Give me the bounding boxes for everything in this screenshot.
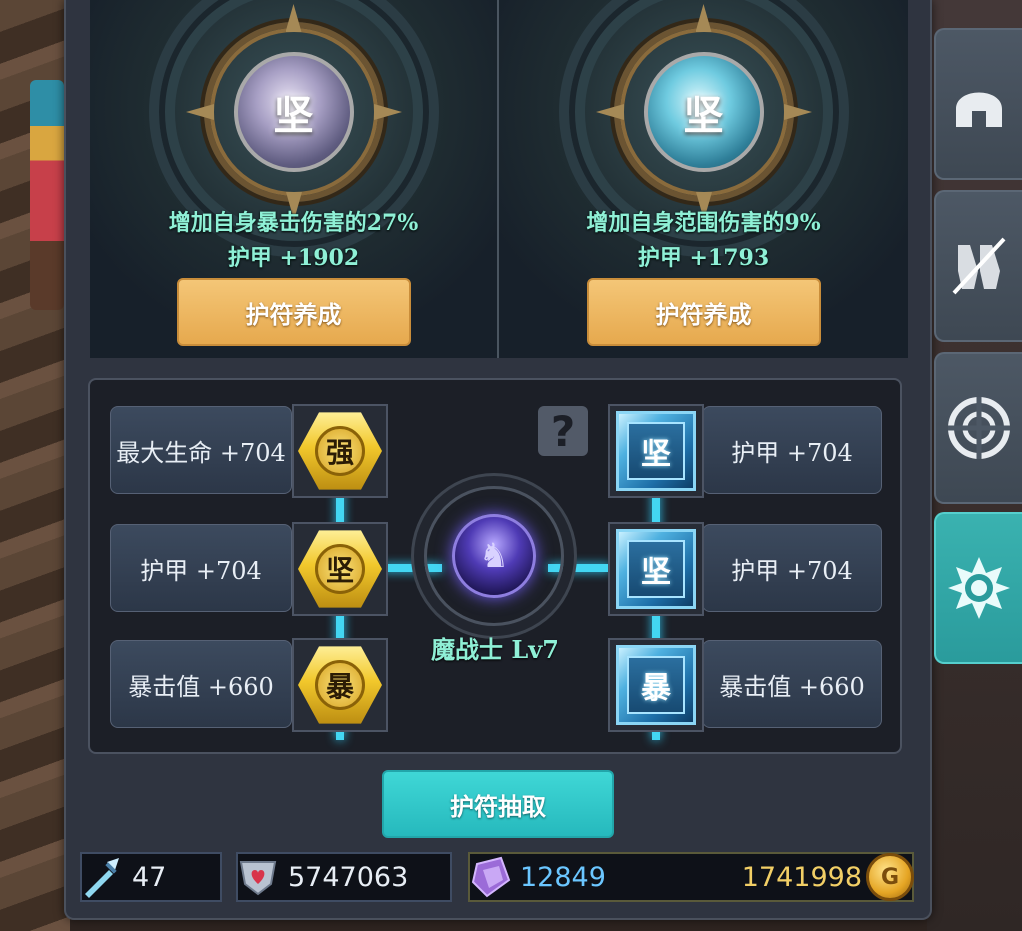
gloves-icon	[952, 237, 1006, 295]
rune-glyph: 坚	[627, 540, 685, 598]
gold-hex-rune: 暴	[298, 646, 382, 724]
rune-glyph: 强	[315, 426, 365, 476]
right-stat-slot-1[interactable]: 坚	[608, 404, 704, 498]
right-stat-row-3: 暴击值 +660	[702, 640, 882, 728]
armor-heart-icon	[234, 853, 282, 901]
tab-shield-target[interactable]	[934, 352, 1022, 504]
weapon-count: 47	[132, 861, 167, 893]
rune-glyph: 坚	[315, 544, 365, 594]
left-stat-slot-3[interactable]: 暴	[292, 638, 388, 732]
talisman-upgrade-button[interactable]: 护符养成	[176, 278, 411, 346]
talisman-panel: 坚 增加自身暴击伤害的27% 护甲 +1902 护符养成 坚 增加自身范围伤害的…	[64, 0, 932, 920]
power-value: 5747063	[288, 861, 409, 893]
stat-label: 护甲 +704	[140, 556, 262, 585]
left-stat-slot-2[interactable]: 坚	[292, 522, 388, 616]
left-stat-row-1: 最大生命 +704	[110, 406, 292, 494]
resource-weapon: 47	[80, 852, 222, 902]
rune-glyph: 暴	[627, 656, 685, 714]
talisman-card-1: 坚 增加自身暴击伤害的27% 护甲 +1902 护符养成	[90, 0, 499, 358]
hero-silhouette-icon: ♞	[478, 536, 510, 576]
hero-class-level: 魔战士 Lv7	[431, 635, 559, 664]
left-stat-row-3: 暴击值 +660	[110, 640, 292, 728]
resource-power: 5747063	[236, 852, 452, 902]
left-stat-slot-1[interactable]: 强	[292, 404, 388, 498]
rune-glyph: 暴	[315, 660, 365, 710]
talisman-armor-text: 护甲 +1902	[227, 245, 360, 271]
shield-target-icon	[948, 397, 1010, 459]
background-character	[30, 80, 64, 310]
right-stat-row-2: 护甲 +704	[702, 524, 882, 612]
left-stat-row-2: 护甲 +704	[110, 524, 292, 612]
blue-square-rune: 暴	[616, 645, 696, 725]
gold-hex-rune: 强	[298, 412, 382, 490]
gold-count: 1741998	[741, 861, 862, 893]
helmet-icon	[956, 92, 1002, 127]
right-stat-slot-3[interactable]: 暴	[608, 638, 704, 732]
stat-label: 护甲 +704	[731, 556, 853, 585]
rune-glyph: 坚	[627, 422, 685, 480]
gold-coin-icon: G	[866, 853, 914, 901]
right-stat-row-1: 护甲 +704	[702, 406, 882, 494]
tab-helmet[interactable]	[934, 28, 1022, 180]
tab-talisman[interactable]	[934, 512, 1022, 664]
crystal-count: 12849	[520, 861, 606, 893]
talisman-card-2: 坚 增加自身范围伤害的9% 护甲 +1793 护符养成	[499, 0, 908, 358]
talisman-draw-button[interactable]: 护符抽取	[382, 770, 614, 838]
talisman-upgrade-button[interactable]: 护符养成	[586, 278, 821, 346]
talisman-icon	[948, 557, 1010, 619]
talisman-effect-text: 增加自身暴击伤害的27%	[168, 210, 419, 236]
blue-square-rune: 坚	[616, 529, 696, 609]
stat-label: 暴击值 +660	[719, 672, 865, 701]
talisman-stats-board: 最大生命 +704 强 护甲 +704 坚 暴击值 +660 暴 护甲 +704…	[88, 378, 902, 754]
talisman-effect-text: 增加自身范围伤害的9%	[586, 210, 821, 236]
blue-square-rune: 坚	[616, 411, 696, 491]
stat-label: 最大生命 +704	[116, 438, 286, 467]
resource-currency: 12849 1741998 G	[468, 852, 914, 902]
crystal-icon	[466, 853, 514, 901]
tab-gloves[interactable]	[934, 190, 1022, 342]
sword-icon	[78, 853, 126, 901]
background-left-scene	[0, 0, 70, 931]
talisman-gem-cyan[interactable]: 坚	[643, 52, 764, 172]
hero-portrait: ♞	[452, 514, 536, 598]
help-icon[interactable]: ?	[538, 406, 588, 456]
stat-label: 暴击值 +660	[128, 672, 274, 701]
hero-emblem[interactable]: ♞	[424, 486, 564, 626]
talisman-cards: 坚 增加自身暴击伤害的27% 护甲 +1902 护符养成 坚 增加自身范围伤害的…	[90, 0, 908, 358]
talisman-armor-text: 护甲 +1793	[637, 245, 770, 271]
talisman-gem-purple[interactable]: 坚	[233, 52, 354, 172]
right-stat-slot-2[interactable]: 坚	[608, 522, 704, 616]
stat-label: 护甲 +704	[731, 438, 853, 467]
gold-hex-rune: 坚	[298, 530, 382, 608]
